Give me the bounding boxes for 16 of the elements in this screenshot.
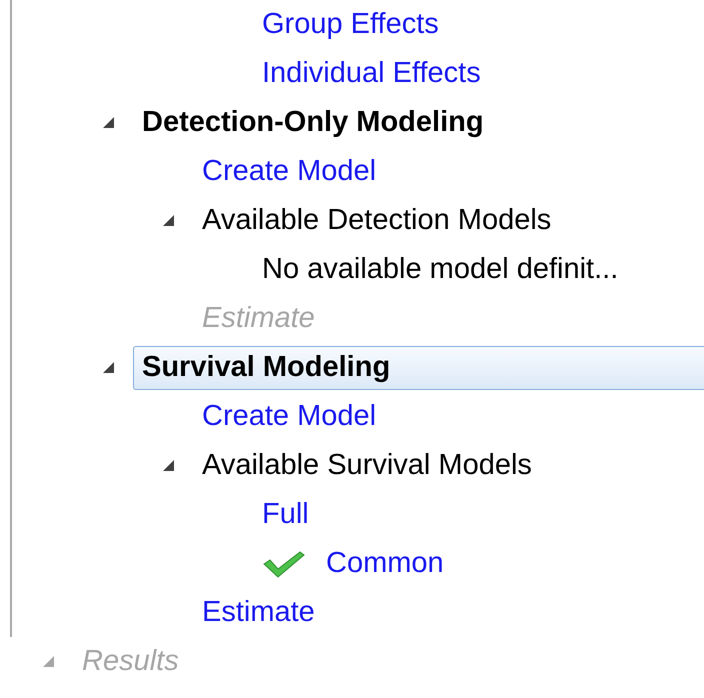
- tree-item[interactable]: No available model definit...: [253, 248, 628, 292]
- tree-link[interactable]: Individual Effects: [253, 52, 490, 96]
- tree-link[interactable]: Create Model: [193, 394, 386, 438]
- tree-link[interactable]: Full: [253, 492, 318, 536]
- tree-link[interactable]: Common: [317, 542, 453, 586]
- expander-icon[interactable]: [102, 361, 115, 374]
- expander-icon[interactable]: [102, 116, 115, 129]
- tree-item[interactable]: Survival Modeling: [133, 346, 704, 390]
- tree-item[interactable]: Available Detection Models: [193, 198, 560, 242]
- tree-item[interactable]: Available Survival Models: [193, 444, 541, 488]
- expander-icon[interactable]: [162, 214, 175, 227]
- tree-link[interactable]: Group Effects: [253, 2, 448, 46]
- tree-link[interactable]: Estimate: [193, 590, 324, 634]
- expander-icon[interactable]: [162, 459, 175, 472]
- tree-item[interactable]: Detection-Only Modeling: [133, 100, 493, 144]
- tree-link[interactable]: Create Model: [193, 150, 386, 194]
